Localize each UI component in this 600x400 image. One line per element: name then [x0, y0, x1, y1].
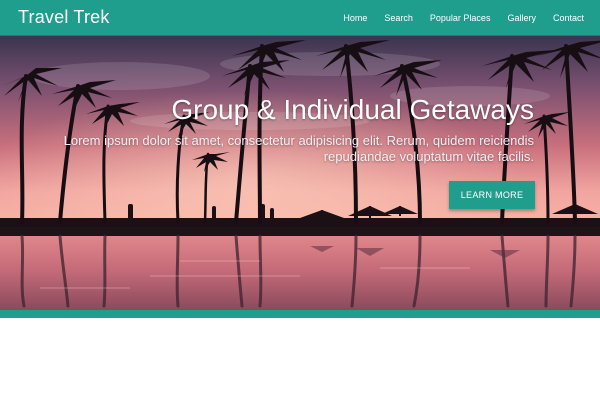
hero-title: Group & Individual Getaways — [171, 94, 534, 125]
nav-gallery[interactable]: Gallery — [507, 13, 536, 23]
sunset-palm-beach-image — [0, 36, 600, 310]
nav-contact[interactable]: Contact — [553, 13, 584, 23]
nav-links: Home Search Popular Places Gallery Conta… — [326, 0, 584, 36]
nav-home[interactable]: Home — [343, 13, 367, 23]
hero-subtitle: Lorem ipsum dolor sit amet, consectetur … — [63, 133, 534, 164]
top-navbar: Travel Trek Home Search Popular Places G… — [0, 0, 600, 36]
brand-logo[interactable]: Travel Trek — [18, 7, 110, 27]
accent-divider — [0, 310, 600, 318]
nav-search[interactable]: Search — [384, 13, 413, 23]
content-area — [0, 318, 600, 400]
hero-banner: Group & Individual Getaways Lorem ipsum … — [0, 36, 600, 310]
learn-more-button[interactable]: LEARN MORE — [449, 181, 535, 209]
nav-popular-places[interactable]: Popular Places — [430, 13, 491, 23]
